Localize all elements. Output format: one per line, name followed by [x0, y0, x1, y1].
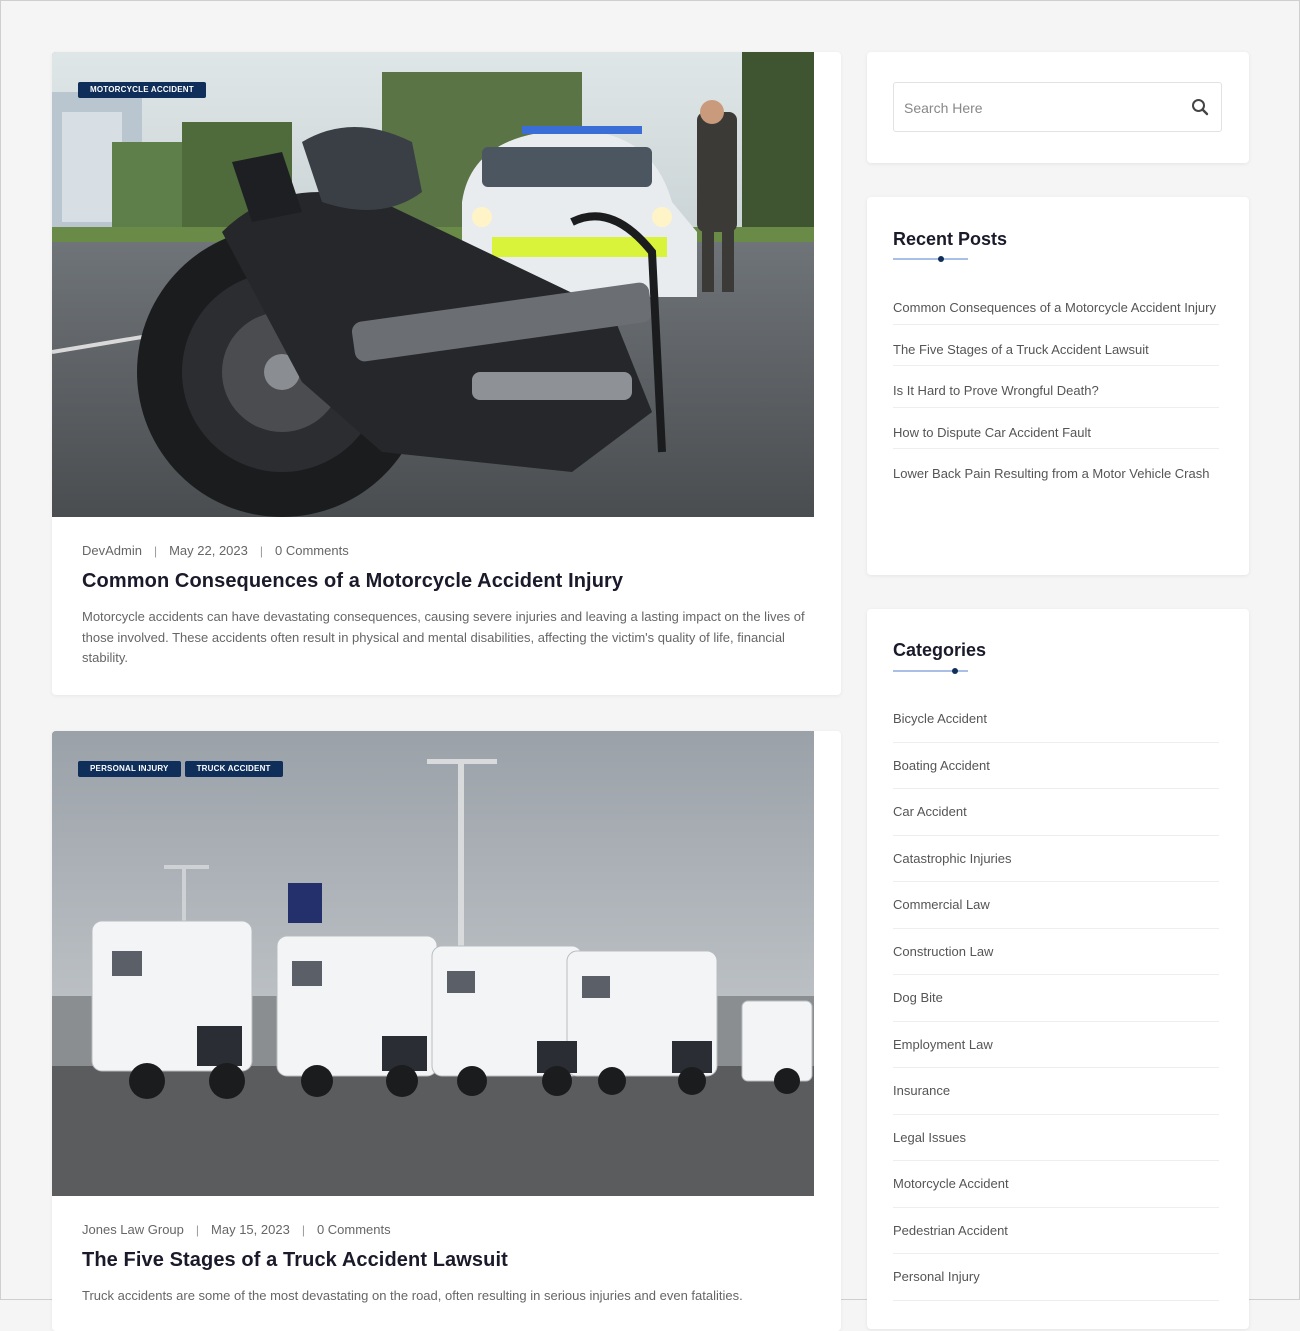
list-item: Personal Injury — [893, 1254, 1219, 1301]
tag-badge[interactable]: PERSONAL INJURY — [78, 761, 181, 777]
list-item: Bicycle Accident — [893, 696, 1219, 743]
list-item: Catastrophic Injuries — [893, 836, 1219, 882]
recent-post-link[interactable]: Is It Hard to Prove Wrongful Death? — [893, 383, 1099, 398]
post-comments[interactable]: 0 Comments — [275, 543, 349, 558]
post-meta: Jones Law Group | May 15, 2023 | 0 Comme… — [82, 1222, 811, 1237]
list-item: Legal Issues — [893, 1115, 1219, 1161]
search-icon[interactable] — [1191, 98, 1209, 116]
list-item: Commercial Law — [893, 882, 1219, 929]
list-item: Construction Law — [893, 929, 1219, 975]
post-author[interactable]: DevAdmin — [82, 543, 142, 558]
list-item: The Five Stages of a Truck Accident Laws… — [893, 340, 1219, 366]
post-tags: MOTORCYCLE ACCIDENT — [78, 82, 206, 98]
tag-badge[interactable]: TRUCK ACCIDENT — [184, 761, 283, 777]
meta-separator: | — [301, 1222, 305, 1237]
search-widget — [867, 52, 1249, 163]
list-item: Insurance — [893, 1068, 1219, 1115]
post-excerpt: Truck accidents are some of the most dev… — [82, 1288, 743, 1303]
post-image-motorcycle[interactable]: MOTORCYCLE ACCIDENT — [52, 52, 814, 517]
list-item: Employment Law — [893, 1022, 1219, 1068]
category-link[interactable]: Dog Bite — [893, 990, 943, 1005]
category-link[interactable]: Commercial Law — [893, 897, 990, 912]
post-image-trucks[interactable]: PERSONAL INJURY TRUCK ACCIDENT — [52, 731, 814, 1196]
truck-lot-photo — [52, 731, 814, 1196]
title-underline — [893, 256, 968, 262]
page: MOTORCYCLE ACCIDENT DevAdmin | May 22, 2… — [1, 1, 1300, 1331]
categories-list: Bicycle Accident Boating Accident Car Ac… — [893, 696, 1219, 1301]
category-link[interactable]: Catastrophic Injuries — [893, 851, 1012, 866]
post-card: PERSONAL INJURY TRUCK ACCIDENT Jones Law… — [52, 731, 841, 1331]
post-author[interactable]: Jones Law Group — [82, 1222, 184, 1237]
recent-posts-list: Common Consequences of a Motorcycle Acci… — [893, 298, 1219, 505]
list-item: Lower Back Pain Resulting from a Motor V… — [893, 464, 1219, 490]
widget-title: Categories — [893, 640, 987, 660]
underline-dot — [938, 256, 944, 262]
recent-post-link[interactable]: Common Consequences of a Motorcycle Acci… — [893, 300, 1216, 315]
post-date[interactable]: May 15, 2023 — [211, 1222, 290, 1237]
recent-posts-widget: Recent Posts Common Consequences of a Mo… — [867, 197, 1249, 575]
post-title[interactable]: Common Consequences of a Motorcycle Acci… — [82, 570, 811, 593]
search-box — [893, 82, 1222, 133]
list-item: Boating Accident — [893, 743, 1219, 789]
category-link[interactable]: Insurance — [893, 1083, 950, 1098]
post-body: Jones Law Group | May 15, 2023 | 0 Comme… — [52, 1196, 841, 1307]
category-link[interactable]: Motorcycle Accident — [893, 1176, 1009, 1191]
post-comments[interactable]: 0 Comments — [317, 1222, 391, 1237]
category-link[interactable]: Employment Law — [893, 1037, 993, 1052]
category-link[interactable]: Bicycle Accident — [893, 711, 987, 726]
post-tags: PERSONAL INJURY TRUCK ACCIDENT — [78, 761, 283, 777]
category-link[interactable]: Construction Law — [893, 944, 993, 959]
title-underline — [893, 668, 968, 674]
tag-badge[interactable]: MOTORCYCLE ACCIDENT — [78, 82, 206, 98]
list-item: Car Accident — [893, 789, 1219, 836]
list-item: Is It Hard to Prove Wrongful Death? — [893, 381, 1219, 408]
category-link[interactable]: Personal Injury — [893, 1269, 980, 1284]
category-link[interactable]: Legal Issues — [893, 1130, 966, 1145]
category-link[interactable]: Boating Accident — [893, 758, 990, 773]
post-date[interactable]: May 22, 2023 — [169, 543, 248, 558]
post-excerpt: Motorcycle accidents can have devastatin… — [82, 609, 805, 665]
category-link[interactable]: Car Accident — [893, 804, 967, 819]
search-input[interactable] — [902, 83, 1176, 133]
post-body: DevAdmin | May 22, 2023 | 0 Comments Com… — [52, 517, 841, 669]
categories-widget: Categories Bicycle Accident Boating Acci… — [867, 609, 1249, 1329]
category-link[interactable]: Pedestrian Accident — [893, 1223, 1008, 1238]
underline-dot — [952, 668, 958, 674]
meta-separator: | — [259, 543, 263, 558]
list-item: Pedestrian Accident — [893, 1208, 1219, 1254]
recent-post-link[interactable]: The Five Stages of a Truck Accident Laws… — [893, 342, 1149, 357]
meta-separator: | — [153, 543, 158, 558]
post-title[interactable]: The Five Stages of a Truck Accident Laws… — [82, 1249, 811, 1272]
widget-title: Recent Posts — [893, 229, 1008, 249]
list-item: Motorcycle Accident — [893, 1161, 1219, 1208]
post-card: MOTORCYCLE ACCIDENT DevAdmin | May 22, 2… — [52, 52, 841, 695]
motorcycle-accident-photo — [52, 52, 814, 517]
list-item: How to Dispute Car Accident Fault — [893, 423, 1219, 449]
list-item: Dog Bite — [893, 975, 1219, 1022]
recent-post-link[interactable]: How to Dispute Car Accident Fault — [893, 425, 1091, 440]
meta-separator: | — [195, 1222, 200, 1237]
recent-post-link[interactable]: Lower Back Pain Resulting from a Motor V… — [893, 466, 1209, 481]
list-item: Common Consequences of a Motorcycle Acci… — [893, 298, 1219, 325]
post-meta: DevAdmin | May 22, 2023 | 0 Comments — [82, 543, 811, 558]
